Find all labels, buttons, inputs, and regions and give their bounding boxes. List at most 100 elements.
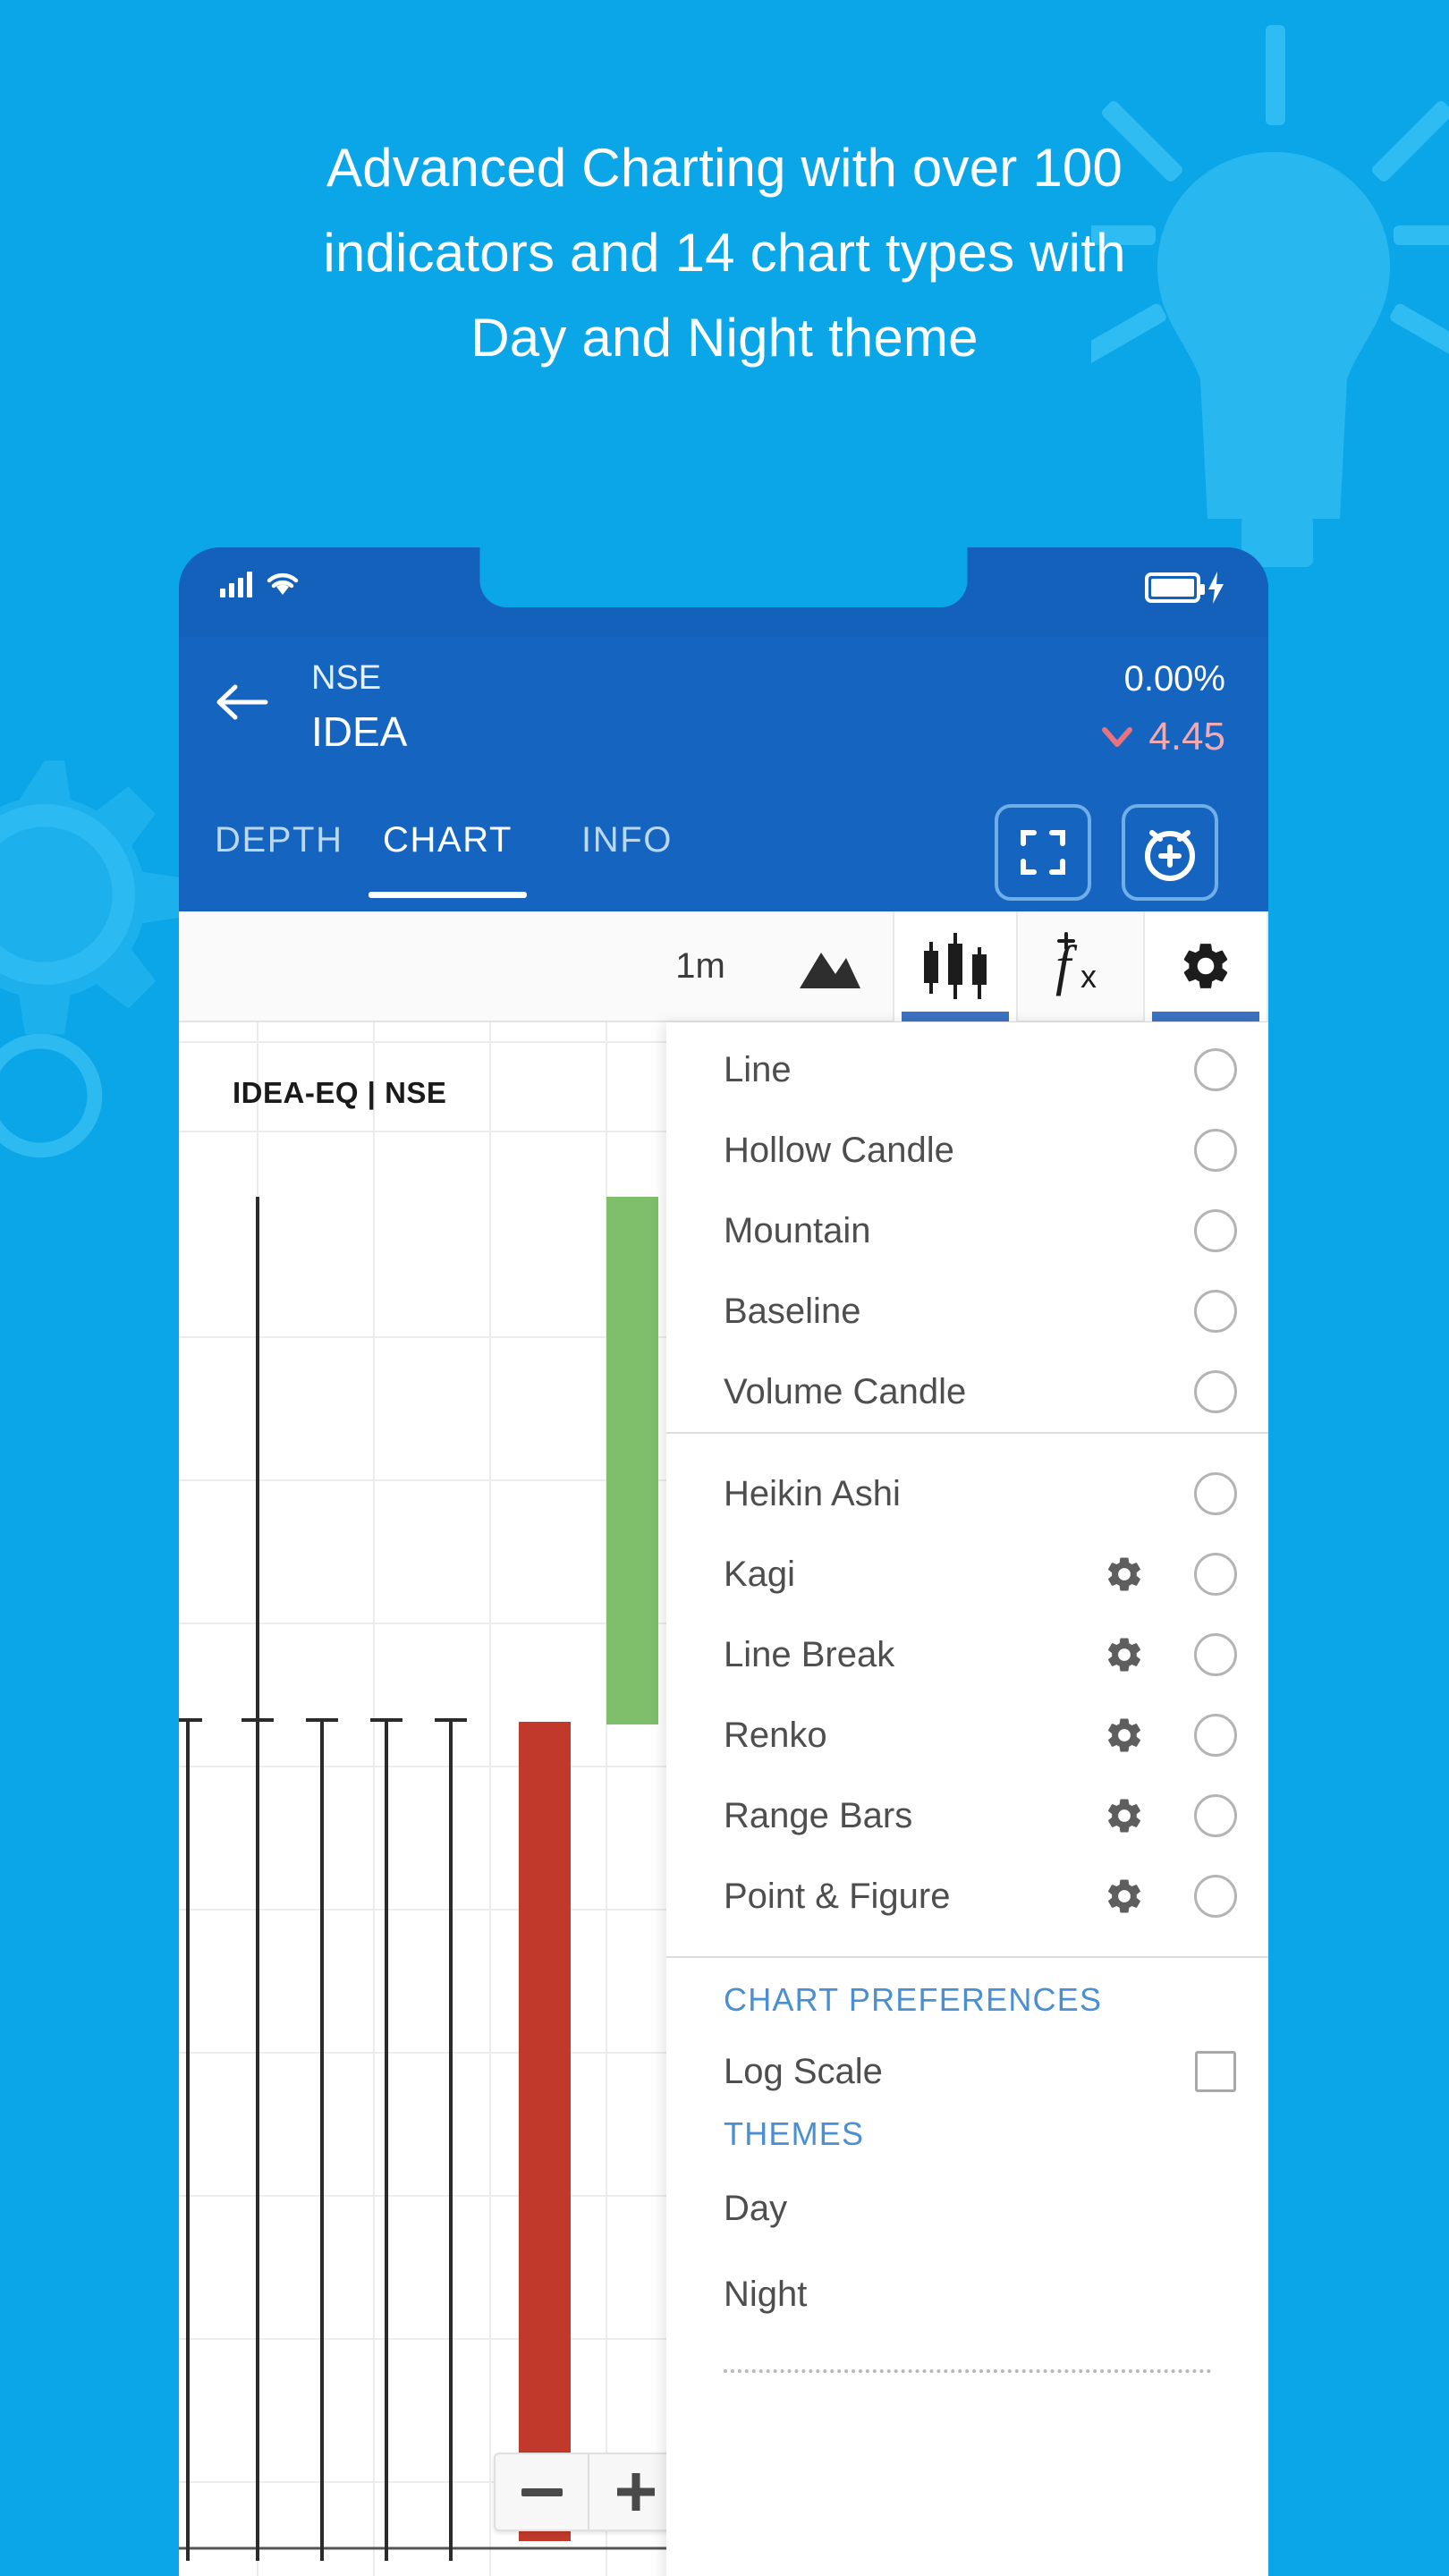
exchange-label: NSE [311, 659, 382, 697]
mountain-chart-button[interactable] [767, 911, 893, 1021]
chart-zoom-controls[interactable] [494, 2453, 683, 2531]
chart-instrument-label: IDEA-EQ | NSE [233, 1076, 447, 1109]
chart-type-option-kagi[interactable]: Kagi [666, 1534, 1268, 1614]
radio-button[interactable] [1194, 1794, 1237, 1837]
option-label: Hollow Candle [724, 1130, 954, 1170]
option-label: Renko [724, 1715, 827, 1755]
app-header: NSE IDEA 0.00% 4.45 [179, 637, 1268, 793]
zoom-out-button[interactable] [496, 2454, 589, 2529]
chart-type-panel[interactable]: Line Hollow Candle Mountain Baseline Vol… [666, 1022, 1268, 2576]
gear-icon[interactable] [1104, 1634, 1145, 1675]
interval-button[interactable]: 1m [633, 911, 767, 1021]
alarm-add-icon [1145, 830, 1195, 881]
arrow-left-icon[interactable] [216, 682, 268, 723]
tab-info[interactable]: INFO [581, 820, 673, 860]
chart-toolbar: 1m f x [179, 911, 1268, 1022]
chart-preferences-group: CHART PREFERENCES Log Scale THEMES Day N… [666, 1958, 1268, 2373]
fx-indicator-icon: f x [1055, 932, 1097, 996]
option-label: Day [724, 2188, 788, 2228]
radio-button[interactable] [1194, 1048, 1237, 1091]
checkbox[interactable] [1195, 2051, 1236, 2092]
chart-type-option-volume-candle[interactable]: Volume Candle [666, 1352, 1268, 1432]
fullscreen-icon [1021, 830, 1065, 875]
panel-divider [724, 2369, 1211, 2373]
gear-icon-small [0, 1033, 103, 1158]
chart-preferences-heading: CHART PREFERENCES [724, 1981, 1103, 2018]
headline-line-1: Advanced Charting with over 100 [326, 138, 1123, 198]
chart-type-option-baseline[interactable]: Baseline [666, 1271, 1268, 1352]
option-label: Night [724, 2274, 808, 2314]
app-content: 1m f x IDEA-EQ | NSE Line Hollow Candle … [179, 911, 1268, 2576]
option-label: Line [724, 1049, 792, 1089]
option-label: Range Bars [724, 1795, 913, 1835]
symbol-label: IDEA [311, 708, 408, 755]
candlestick-chart-button[interactable] [893, 911, 1018, 1021]
tab-depth[interactable]: DEPTH [215, 820, 343, 860]
gear-icon[interactable] [1104, 1554, 1145, 1595]
fullscreen-button[interactable] [995, 804, 1091, 901]
chart-settings-button[interactable] [1143, 911, 1268, 1021]
battery-icon [1145, 572, 1205, 603]
indicators-button[interactable]: f x [1018, 911, 1143, 1021]
chevron-down-icon [1102, 727, 1133, 747]
radio-button[interactable] [1194, 1714, 1237, 1757]
chart-type-option-line[interactable]: Line [666, 1030, 1268, 1110]
quote-block: 0.00% 4.45 [1102, 657, 1225, 760]
candle-up [606, 1197, 658, 1724]
chart-type-option-line-break[interactable]: Line Break [666, 1614, 1268, 1695]
chart-type-group-advanced: Heikin Ashi Kagi Line Break Renko Range … [666, 1434, 1268, 1958]
headline-line-3: Day and Night theme [470, 308, 979, 368]
radio-button[interactable] [1194, 1875, 1237, 1918]
gear-icon [1183, 944, 1228, 988]
radio-button[interactable] [1194, 1290, 1237, 1333]
radio-button[interactable] [1194, 1553, 1237, 1596]
chart-type-option-range-bars[interactable]: Range Bars [666, 1775, 1268, 1856]
tab-chart[interactable]: CHART [368, 820, 528, 898]
radio-button[interactable] [1194, 1633, 1237, 1676]
chart-type-option-heikin-ashi[interactable]: Heikin Ashi [666, 1453, 1268, 1534]
chart-type-option-renko[interactable]: Renko [666, 1695, 1268, 1775]
status-bar [179, 547, 1268, 637]
preference-log-scale[interactable]: Log Scale [666, 2031, 1268, 2112]
option-label: Point & Figure [724, 1876, 951, 1916]
phone-mockup: NSE IDEA 0.00% 4.45 DEPTH CHART INFO 1m … [179, 547, 1268, 2576]
instrument-info[interactable]: NSE IDEA [311, 655, 407, 758]
charging-bolt-icon [1208, 572, 1224, 604]
wifi-icon [267, 572, 299, 595]
gear-icon [0, 760, 182, 1035]
option-label: Baseline [724, 1291, 861, 1331]
chart-type-option-hollow-candle[interactable]: Hollow Candle [666, 1110, 1268, 1191]
radio-button[interactable] [1194, 1129, 1237, 1172]
plus-icon [616, 2473, 655, 2511]
theme-option-night[interactable]: Night [666, 2251, 1268, 2337]
signal-bars-icon [220, 571, 252, 597]
phone-notch [479, 547, 968, 607]
option-label: Line Break [724, 1634, 895, 1674]
interval-label: 1m [675, 945, 725, 986]
option-label: Kagi [724, 1554, 796, 1594]
option-label: Volume Candle [724, 1371, 967, 1411]
candle-down [519, 1722, 571, 2541]
headline-line-2: indicators and 14 chart types with [323, 223, 1126, 283]
gear-icon[interactable] [1104, 1715, 1145, 1756]
chart-type-group-basic: Line Hollow Candle Mountain Baseline Vol… [666, 1030, 1268, 1434]
radio-button[interactable] [1194, 1209, 1237, 1252]
minus-icon [521, 2487, 563, 2496]
svg-text:x: x [1080, 958, 1097, 995]
radio-button[interactable] [1194, 1370, 1237, 1413]
radio-button[interactable] [1194, 1472, 1237, 1515]
tab-bar: DEPTH CHART INFO [179, 793, 1268, 911]
mountain-chart-icon [800, 953, 860, 988]
gear-icon[interactable] [1104, 1795, 1145, 1836]
chart-type-option-point-and-figure[interactable]: Point & Figure [666, 1856, 1268, 1936]
theme-option-day[interactable]: Day [666, 2165, 1268, 2251]
themes-heading: THEMES [724, 2115, 865, 2152]
promo-screenshot: Advanced Charting with over 100 indicato… [0, 0, 1449, 2576]
gear-icon[interactable] [1104, 1876, 1145, 1917]
option-label: Log Scale [724, 2051, 883, 2091]
price-alert-button[interactable] [1122, 804, 1218, 901]
change-percent: 0.00% [1123, 659, 1225, 699]
chart-type-option-mountain[interactable]: Mountain [666, 1191, 1268, 1271]
candlestick-chart-icon [924, 933, 987, 999]
last-price: 4.45 [1148, 715, 1225, 758]
